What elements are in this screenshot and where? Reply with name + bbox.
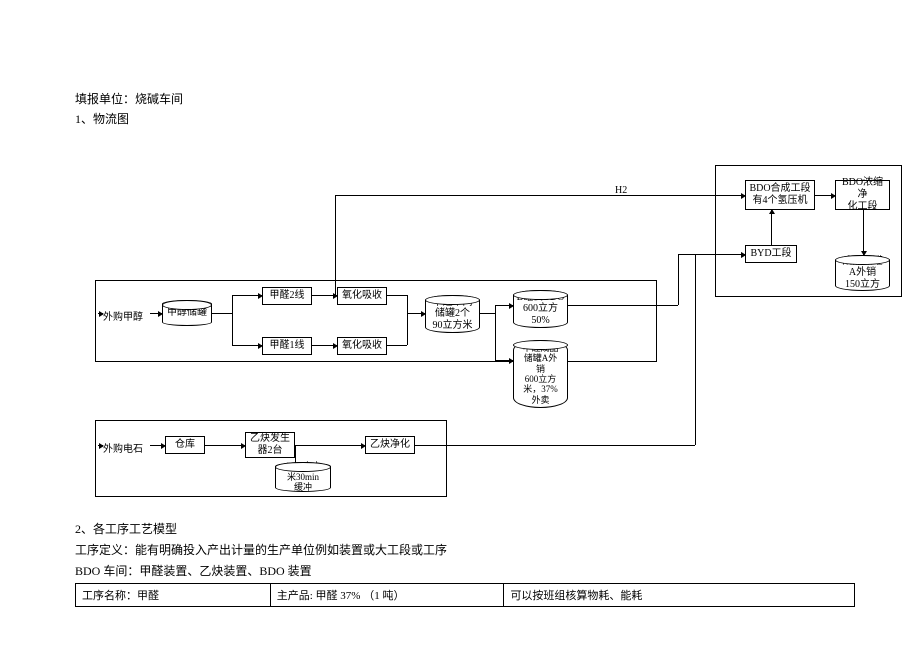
arrow-conc-prod: [863, 210, 864, 255]
arrow-meth-tank: [150, 313, 162, 314]
jq-line1-text: 甲醛1线: [270, 340, 305, 352]
arrow-byd-synth: [771, 210, 772, 245]
arrow-to-midtank: [407, 313, 425, 314]
buffer-text: 1000立方米30min缓冲: [285, 461, 321, 492]
unit-line: 填报单位：烧碱车间: [75, 90, 183, 107]
footer: 2、各工序工艺模型 工序定义：能有明确投入产出计量的生产单位例如装置或大工段或工…: [75, 520, 855, 607]
arrow-wh-gen: [205, 445, 245, 446]
section2-title: 2、各工序工艺模型: [75, 520, 855, 537]
jq-line1-node: 甲醛1线: [262, 337, 312, 355]
jq-line2-text: 甲醛2线: [270, 290, 305, 302]
h2-line-1: [335, 195, 705, 196]
section1-title: 1、物流图: [75, 110, 183, 127]
warehouse-node: 仓库: [165, 436, 205, 454]
line-tank-split: [212, 313, 232, 314]
line-split-v: [232, 295, 233, 345]
flow-diagram: H2 BDO合成工段有4个氢压机 BDO浓缩净化工段 BYD工段 成品储罐A外销…: [75, 150, 875, 500]
arrow-to-wh: [150, 445, 165, 446]
line-merge-v: [407, 295, 408, 345]
def-line: 工序定义：能有明确投入产出计量的生产单位例如装置或大工段或工序: [75, 541, 855, 558]
byd-node: BYD工段: [745, 245, 797, 263]
b-tank-text: B罐去BDO600立方50%: [517, 292, 565, 327]
oxi2-text: 氧化吸收: [342, 340, 382, 352]
line-mid-split: [480, 313, 495, 314]
arrow-pure-byd: [695, 254, 745, 255]
arrow-synth-conc: [815, 195, 835, 196]
line-btank-out: [568, 305, 678, 306]
line-mid-split-v: [495, 305, 496, 360]
bdo-conc-node: BDO浓缩净化工段: [835, 180, 890, 210]
a-tank-text: 甲醛成品储罐A外销600立方米，37%外卖: [522, 343, 558, 405]
prod-tank-text: 成品储罐A外销150立方: [843, 256, 883, 291]
line-btank-up: [678, 254, 679, 305]
bdo-synth-text: BDO合成工段有4个氢压机: [749, 183, 810, 207]
arrow-l1-oxi: [312, 345, 337, 346]
bdo-line: BDO 车间：甲醛装置、乙炔装置、BDO 装置: [75, 562, 855, 579]
table-c2: 主产品: 甲醛 37% （1 吨）: [270, 584, 504, 607]
c2h2-pure-node: 乙炔净化: [365, 436, 415, 454]
prod-tank-node: 成品储罐A外销150立方: [835, 255, 890, 291]
arrow-to-btank: [495, 305, 513, 306]
table-c3: 可以按班组核算物耗、能耗: [504, 584, 855, 607]
arrow-to-line2: [232, 295, 262, 296]
ext-methanol-arrow-in: [98, 313, 103, 314]
footer-table: 工序名称：甲醛 主产品: 甲醛 37% （1 吨） 可以按班组核算物耗、能耗: [75, 583, 855, 607]
oxi2-node: 氧化吸收: [337, 337, 387, 355]
methanol-tank-text: 甲醇储罐: [167, 307, 207, 319]
arrow-to-pure: [315, 445, 365, 446]
byd-text: BYD工段: [750, 248, 791, 260]
bdo-conc-text: BDO浓缩净化工段: [838, 177, 887, 213]
line-pure-out: [415, 445, 695, 446]
line-pure-up: [695, 254, 696, 445]
ext-calcium-arrow-in: [98, 445, 103, 446]
line-oxi-merge2: [387, 345, 407, 346]
line-oxi-merge1: [387, 295, 407, 296]
oxi1-text: 氧化吸收: [342, 290, 382, 302]
table-c1: 工序名称：甲醛: [76, 584, 271, 607]
ext-methanol-label: 外购甲醇: [103, 308, 143, 323]
methanol-tank-node: 甲醇储罐: [162, 300, 212, 326]
mid-tank-text: 甲醛中间储罐2个90立方米: [433, 297, 473, 332]
c2h2-gen-node: 乙炔发生器2台: [245, 432, 295, 458]
h2-label: H2: [615, 185, 627, 196]
arrow-l2-oxi: [312, 295, 337, 296]
bdo-synth-node: BDO合成工段有4个氢压机: [745, 180, 815, 210]
c2h2-pure-text: 乙炔净化: [370, 439, 410, 451]
arrow-to-line1: [232, 345, 262, 346]
ext-calcium-label: 外购电石: [103, 440, 143, 455]
b-tank-node: B罐去BDO600立方50%: [513, 290, 568, 328]
header: 填报单位：烧碱车间 1、物流图: [75, 90, 183, 130]
warehouse-text: 仓库: [175, 439, 195, 451]
oxi1-node: 氧化吸收: [337, 287, 387, 305]
jq-line2-node: 甲醛2线: [262, 287, 312, 305]
line-gen-out: [295, 445, 315, 446]
a-tank-node: 甲醛成品储罐A外销600立方米，37%外卖: [513, 340, 568, 408]
arrow-to-atank: [495, 360, 513, 361]
c2h2-gen-text: 乙炔发生器2台: [250, 433, 290, 457]
buffer-node: 1000立方米30min缓冲: [275, 462, 331, 492]
mid-tank-node: 甲醛中间储罐2个90立方米: [425, 295, 480, 333]
